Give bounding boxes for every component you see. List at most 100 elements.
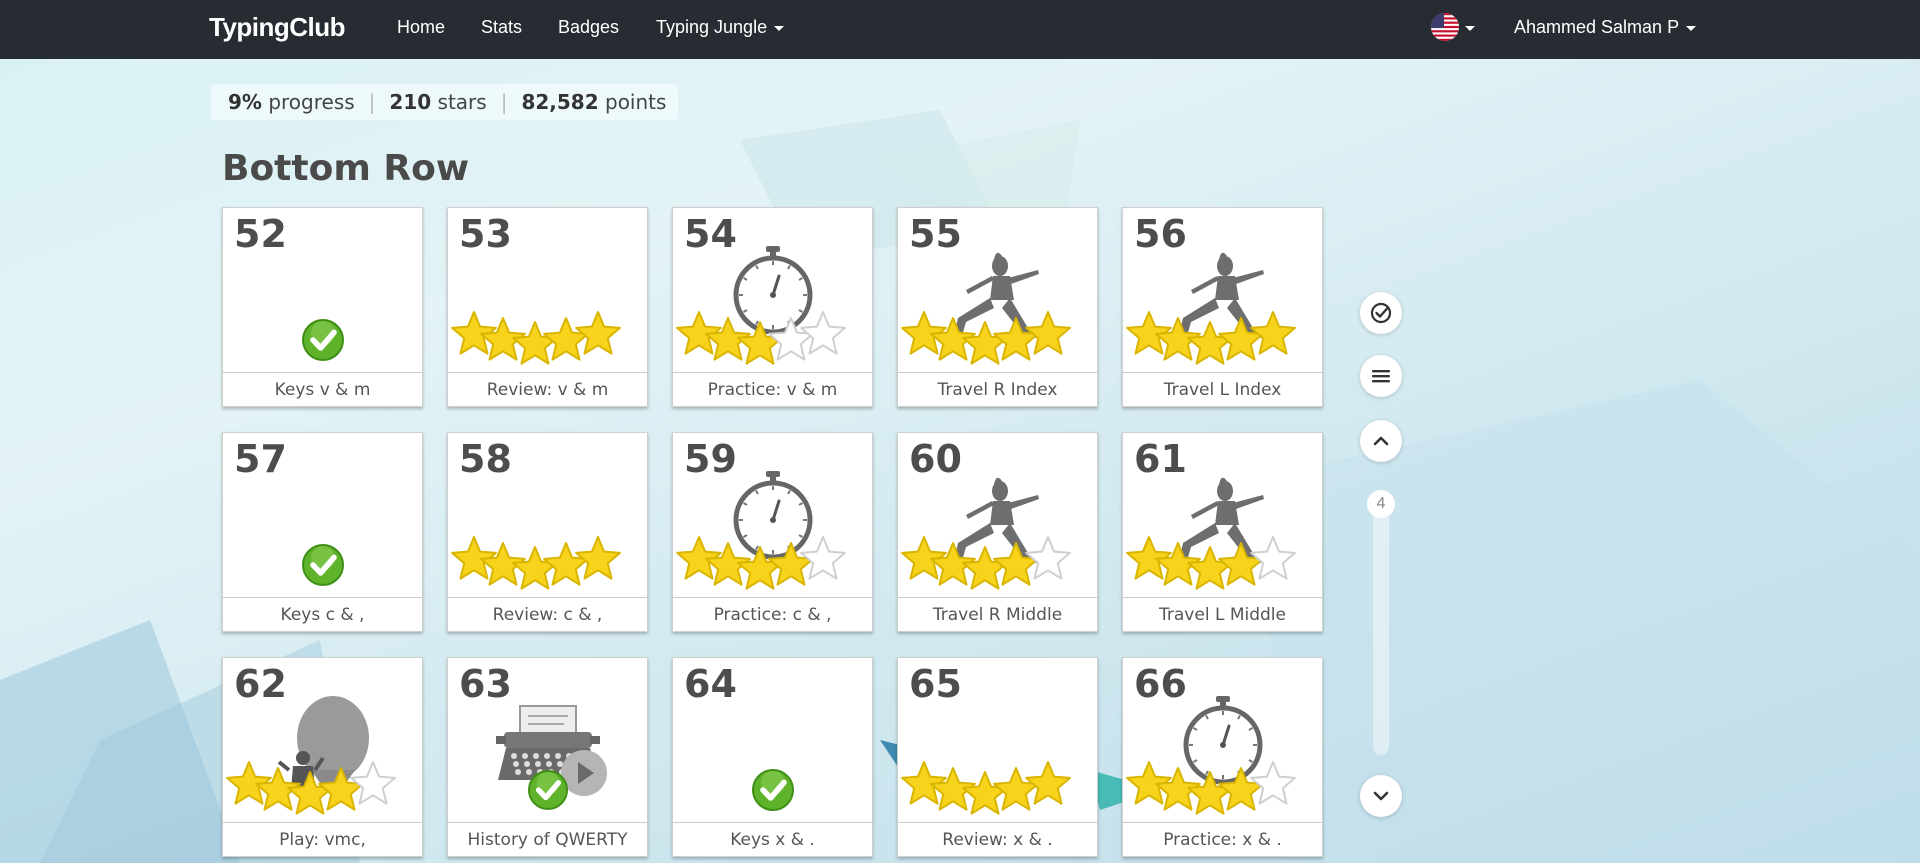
us-flag-icon[interactable] [1431, 13, 1459, 41]
user-menu-dropdown[interactable]: Ahammed Salman P [1514, 17, 1697, 38]
nav-badges-link[interactable]: Badges [558, 17, 619, 38]
lesson-title: Keys v & m [223, 372, 422, 407]
star-empty-icon [800, 536, 846, 580]
lesson-title: Review: x & . [898, 822, 1097, 857]
lesson-card[interactable]: 63 History of QWERTY [447, 657, 648, 857]
lesson-number: 64 [684, 662, 737, 706]
lesson-card[interactable]: 52 Keys v & m [222, 207, 423, 407]
lesson-number: 58 [459, 437, 512, 481]
stopwatch-icon [733, 471, 813, 560]
lesson-number: 55 [909, 212, 962, 256]
star-filled-icon [1025, 311, 1071, 355]
points-label: points [605, 90, 667, 114]
star-filled-icon [1025, 761, 1071, 805]
lesson-title: Keys x & . [673, 822, 872, 857]
lesson-number: 63 [459, 662, 512, 706]
caret-down-icon [774, 25, 785, 31]
star-filled-icon [512, 321, 558, 365]
lesson-title: Review: v & m [448, 372, 647, 407]
divider: | [500, 90, 508, 114]
scroll-track[interactable] [1373, 495, 1389, 755]
lesson-number: 53 [459, 212, 512, 256]
star-filled-icon [962, 321, 1008, 365]
star-empty-icon [1250, 536, 1296, 580]
star-filled-icon [512, 546, 558, 590]
star-filled-icon [962, 771, 1008, 815]
nav-stats-link[interactable]: Stats [481, 17, 522, 38]
chevron-up-icon [1373, 436, 1389, 446]
lesson-number: 60 [909, 437, 962, 481]
nav-typing-jungle-label: Typing Jungle [656, 17, 768, 37]
lesson-card[interactable]: 61 Travel L Middle [1122, 432, 1323, 632]
lesson-card[interactable]: 59 Practice: c & , [672, 432, 873, 632]
star-empty-icon [1025, 536, 1071, 580]
top-navbar: TypingClub Home Stats Badges Typing Jung… [0, 0, 1920, 59]
lesson-card[interactable]: 55 Travel R Index [897, 207, 1098, 407]
completed-check-icon [302, 544, 344, 586]
star-filled-icon [543, 542, 589, 586]
scroll-down-button[interactable] [1360, 775, 1402, 817]
page-indicator: 4 [1367, 490, 1395, 518]
language-caret-icon[interactable] [1465, 26, 1475, 31]
star-filled-icon [543, 317, 589, 361]
lesson-card[interactable]: 53 Review: v & m [447, 207, 648, 407]
lesson-title: Travel L Index [1123, 372, 1322, 407]
menu-button[interactable] [1360, 355, 1402, 397]
completed-check-icon [302, 319, 344, 361]
lesson-number: 54 [684, 212, 737, 256]
lesson-title: Travel R Index [898, 372, 1097, 407]
lesson-card[interactable]: 58 Review: c & , [447, 432, 648, 632]
lesson-card[interactable]: 60 Travel R Middle [897, 432, 1098, 632]
star-filled-icon [993, 542, 1039, 586]
star-filled-icon [575, 536, 621, 580]
lesson-number: 61 [1134, 437, 1187, 481]
scroll-up-button[interactable] [1360, 420, 1402, 462]
lesson-card[interactable]: 66 Practice: x & . [1122, 657, 1323, 857]
section-title: Bottom Row [222, 148, 470, 189]
lesson-title: Practice: c & , [673, 597, 872, 632]
check-circle-button[interactable] [1360, 292, 1402, 334]
stopwatch-icon [1183, 696, 1263, 785]
lesson-title: Review: c & , [448, 597, 647, 632]
nav-typing-jungle-dropdown[interactable]: Typing Jungle [656, 17, 785, 38]
stopwatch-icon [733, 246, 813, 335]
divider: | [368, 90, 376, 114]
check-circle-icon [1370, 302, 1392, 324]
progress-stats-bar: 9% progress | 210 stars | 82,582 points [211, 84, 679, 120]
points-value: 82,582 [521, 90, 599, 114]
lesson-title: Travel L Middle [1123, 597, 1322, 632]
lesson-card[interactable]: 62 Play: vmc, [222, 657, 423, 857]
lesson-number: 56 [1134, 212, 1187, 256]
lesson-title: Practice: x & . [1123, 822, 1322, 857]
star-filled-icon [993, 767, 1039, 811]
star-filled-icon [962, 546, 1008, 590]
user-name: Ahammed Salman P [1514, 17, 1680, 37]
completed-check-icon [752, 769, 794, 811]
lesson-card[interactable]: 56 Travel L Index [1122, 207, 1323, 407]
stars-value: 210 [389, 90, 432, 114]
lesson-title: Travel R Middle [898, 597, 1097, 632]
lesson-card[interactable]: 65 Review: x & . [897, 657, 1098, 857]
lesson-number: 66 [1134, 662, 1187, 706]
star-filled-icon [1218, 317, 1264, 361]
stars-label: stars [437, 90, 487, 114]
star-empty-icon [1250, 761, 1296, 805]
lesson-card[interactable]: 57 Keys c & , [222, 432, 423, 632]
lesson-title: Keys c & , [223, 597, 422, 632]
star-filled-icon [1250, 311, 1296, 355]
nav-home-link[interactable]: Home [397, 17, 445, 38]
hot-air-balloon-icon [277, 696, 369, 790]
lesson-number: 65 [909, 662, 962, 706]
star-empty-icon [800, 311, 846, 355]
lesson-number: 57 [234, 437, 287, 481]
lesson-card[interactable]: 64 Keys x & . [672, 657, 873, 857]
lesson-title: History of QWERTY [448, 822, 647, 857]
progress-value: 9% [228, 90, 262, 114]
progress-label: progress [268, 90, 355, 114]
lesson-card[interactable]: 54 Practice: v & m [672, 207, 873, 407]
menu-icon [1372, 370, 1390, 383]
star-filled-icon [1218, 542, 1264, 586]
brand-logo[interactable]: TypingClub [209, 12, 346, 43]
lesson-number: 62 [234, 662, 287, 706]
lesson-number: 52 [234, 212, 287, 256]
